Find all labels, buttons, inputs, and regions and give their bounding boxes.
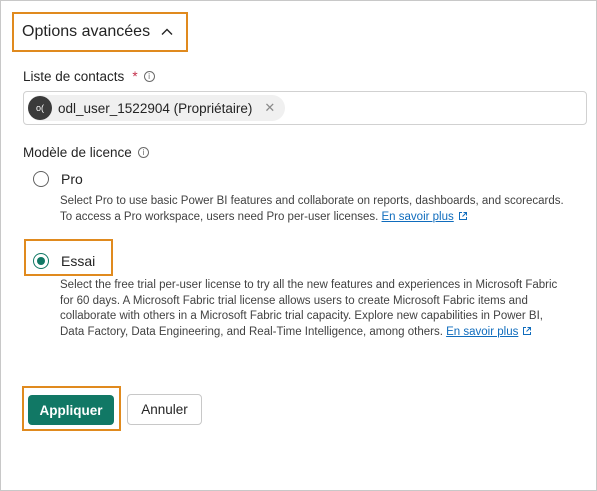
license-model-label-text: Modèle de licence xyxy=(23,145,132,160)
license-option-pro-label: Pro xyxy=(61,171,83,187)
license-option-essai-description: Select the free trial per-user license t… xyxy=(60,278,570,340)
avatar: o( xyxy=(28,96,52,120)
info-icon[interactable]: i xyxy=(137,147,149,158)
highlight-advanced-options xyxy=(12,12,188,52)
contact-chip: o( odl_user_1522904 (Propriétaire) ✕ xyxy=(28,95,286,121)
contact-list-field[interactable]: o( odl_user_1522904 (Propriétaire) ✕ xyxy=(23,91,587,125)
pro-learn-more-link[interactable]: En savoir plus xyxy=(382,211,454,223)
contact-chip-text: odl_user_1522904 (Propriétaire) xyxy=(58,100,253,116)
radio-button-pro[interactable] xyxy=(33,171,49,187)
contact-list-label: Liste de contacts * i xyxy=(23,69,155,84)
cancel-button[interactable]: Annuler xyxy=(127,394,202,425)
essai-learn-more-link[interactable]: En savoir plus xyxy=(446,326,518,338)
license-option-pro-description: Select Pro to use basic Power BI feature… xyxy=(60,194,570,225)
highlight-essai xyxy=(24,239,113,276)
license-model-label: Modèle de licence i xyxy=(23,145,149,160)
info-icon[interactable]: i xyxy=(143,71,155,82)
license-option-pro[interactable]: Pro xyxy=(33,171,83,187)
external-link-icon xyxy=(523,326,532,335)
contact-list-label-text: Liste de contacts xyxy=(23,69,125,84)
highlight-apply xyxy=(22,386,121,431)
close-icon[interactable]: ✕ xyxy=(264,101,275,116)
pro-description-text: Select Pro to use basic Power BI feature… xyxy=(60,195,564,223)
required-marker: * xyxy=(132,69,138,84)
external-link-icon xyxy=(458,211,467,220)
